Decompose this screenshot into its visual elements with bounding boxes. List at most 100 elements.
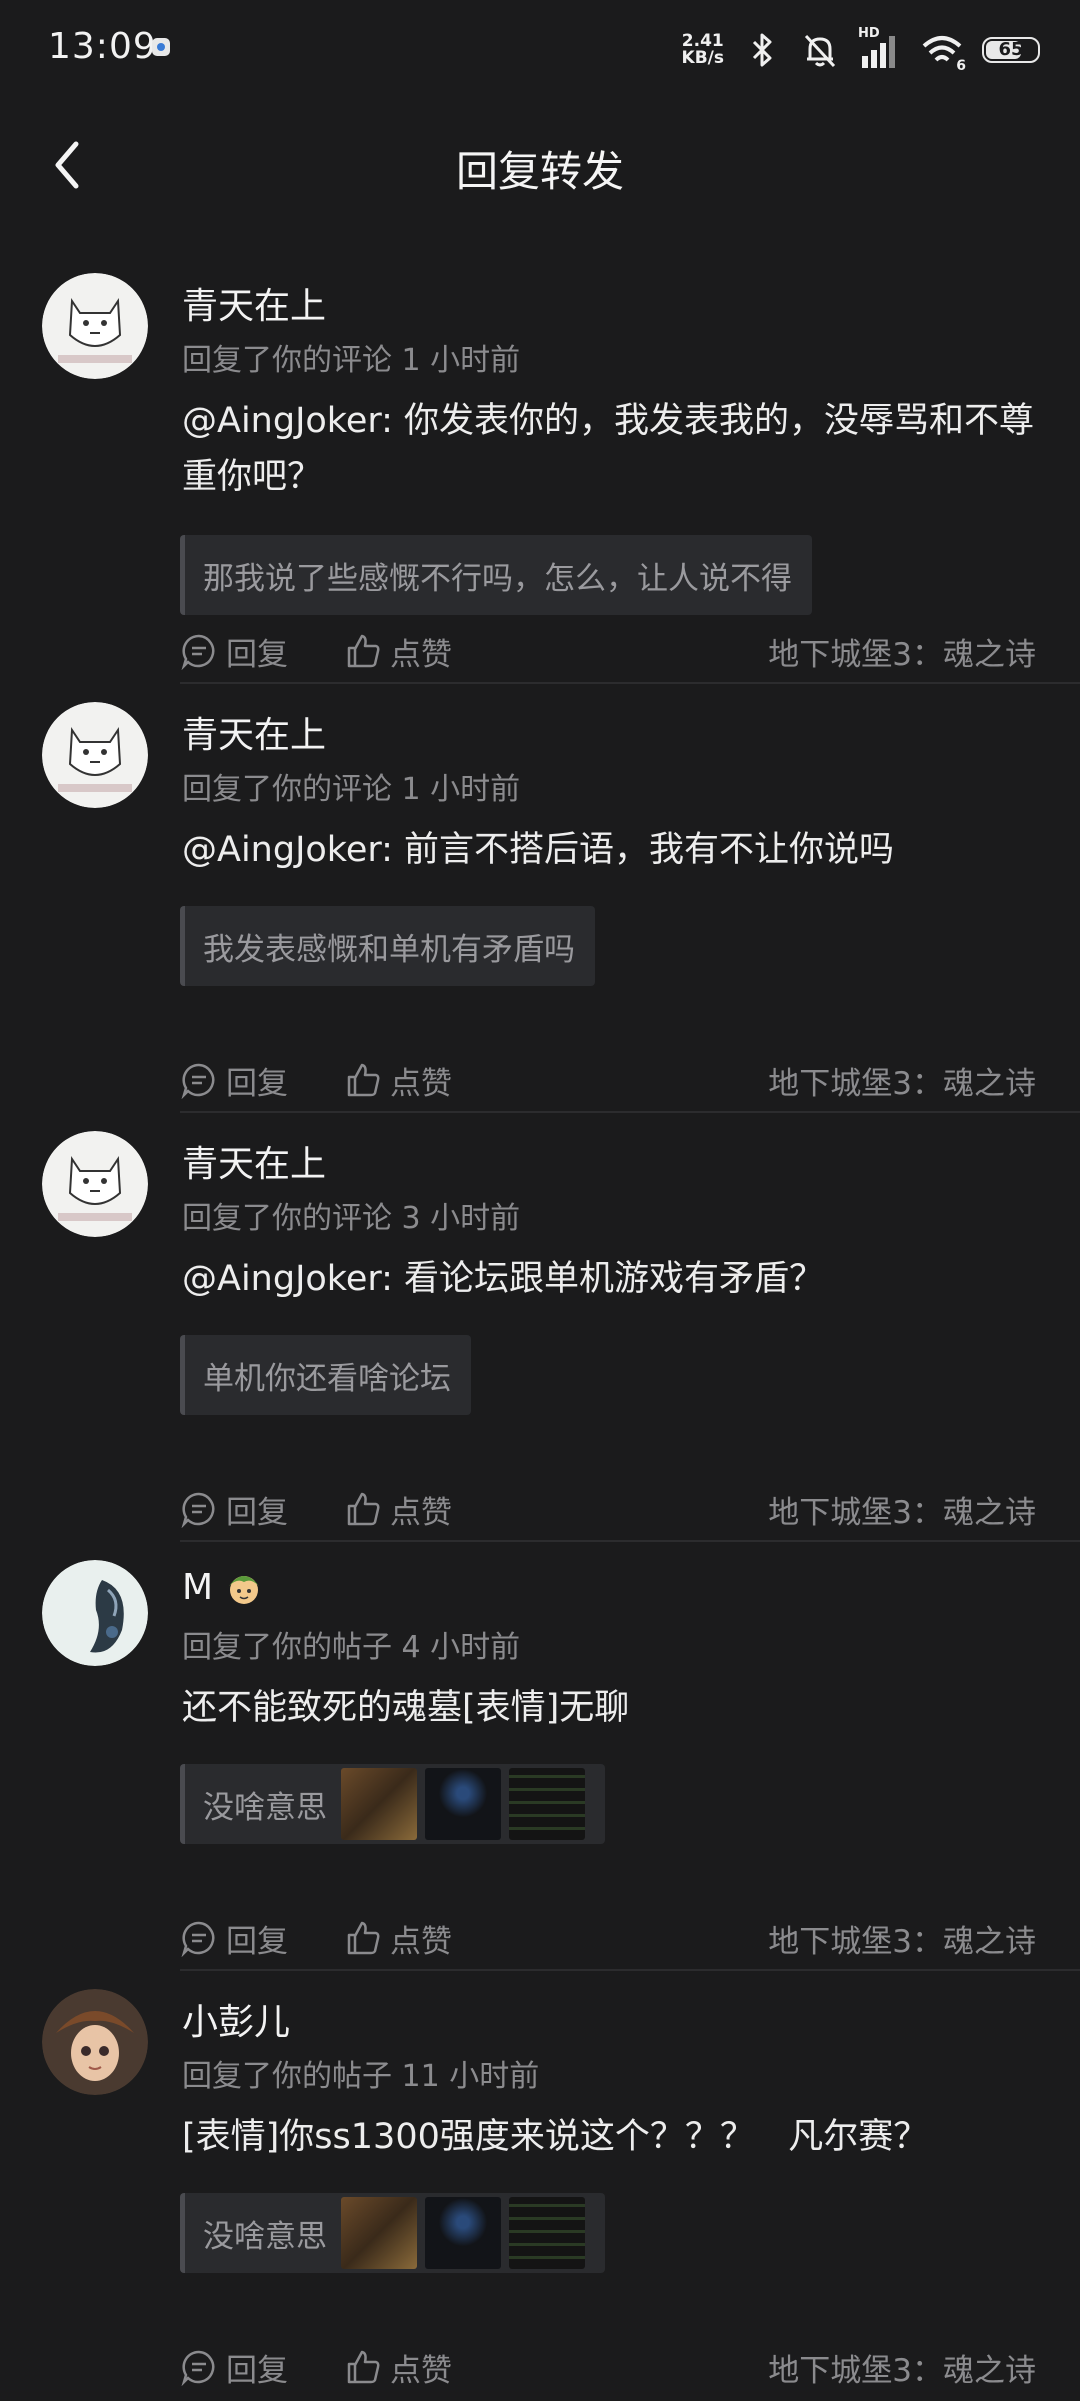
avatar[interactable]: [42, 1560, 148, 1666]
comment-icon: [181, 2350, 215, 2386]
action-bar: 回复 点赞 地下城堡3：魂之诗: [180, 1908, 1036, 1968]
action-bar: 回复 点赞 地下城堡3：魂之诗: [180, 1050, 1036, 1110]
reply-content[interactable]: @AingJoker: 看论坛跟单机游戏有矛盾？: [182, 1251, 1042, 1307]
thumbnail-image[interactable]: [509, 2197, 585, 2269]
reply-item[interactable]: M 回复了你的帖子 4 小时前 还不能致死的魂墓[表情]无聊 没啥意思 回复 点…: [0, 1542, 1080, 1971]
quoted-post[interactable]: 没啥意思: [180, 2193, 605, 2273]
reply-label: 回复: [226, 636, 288, 673]
like-button[interactable]: 点赞: [344, 1058, 452, 1103]
reply-button[interactable]: 回复: [180, 2345, 288, 2390]
reply-label: 回复: [226, 1065, 288, 1102]
quoted-comment[interactable]: 那我说了些感慨不行吗，怎么，让人说不得: [180, 535, 812, 615]
status-icons: 2.41 KB/s HD 6 65: [682, 26, 1040, 74]
like-label: 点赞: [390, 1065, 452, 1102]
reply-feed: 青天在上 回复了你的评论 1 小时前 @AingJoker: 你发表你的，我发表…: [0, 255, 1080, 2400]
like-button[interactable]: 点赞: [344, 1487, 452, 1532]
reply-meta: 回复了你的帖子 11 小时前: [182, 2059, 540, 2094]
emoji-badge-icon: [229, 1576, 260, 1604]
avatar[interactable]: [42, 1131, 148, 1237]
comment-icon: [181, 634, 215, 670]
quoted-text: 单机你还看啥论坛: [203, 1360, 451, 1397]
quoted-comment[interactable]: 我发表感慨和单机有矛盾吗: [180, 906, 595, 986]
quoted-text: 我发表感慨和单机有矛盾吗: [203, 931, 575, 968]
quoted-comment[interactable]: 单机你还看啥论坛: [180, 1335, 471, 1415]
username[interactable]: 青天在上: [182, 706, 326, 758]
page-title: 回复转发: [455, 147, 624, 196]
thumbnail-image[interactable]: [341, 2197, 417, 2269]
username[interactable]: 小彭儿: [182, 1993, 290, 2045]
thumbs-up-icon: [347, 1492, 380, 1526]
avatar[interactable]: [42, 273, 148, 379]
username-text: 青天在上: [182, 286, 327, 327]
thumbnail-image[interactable]: [341, 1768, 417, 1840]
reply-item[interactable]: 青天在上 回复了你的评论 3 小时前 @AingJoker: 看论坛跟单机游戏有…: [0, 1113, 1080, 1542]
notification-app-icon: [152, 38, 170, 56]
username-text: 小彭儿: [182, 2002, 291, 2043]
reply-button[interactable]: 回复: [180, 1487, 288, 1532]
thumbnail-image[interactable]: [509, 1768, 585, 1840]
thumbnail-image[interactable]: [425, 2197, 501, 2269]
action-bar: 回复 点赞 地下城堡3：魂之诗: [180, 1479, 1036, 1539]
quoted-text: 那我说了些感慨不行吗，怎么，让人说不得: [203, 560, 792, 597]
avatar[interactable]: [42, 1989, 148, 2095]
battery-level: 65: [998, 39, 1024, 60]
quoted-images: [341, 2197, 585, 2269]
quoted-post[interactable]: 没啥意思: [180, 1764, 605, 1844]
wifi: 6: [920, 30, 966, 74]
reply-content[interactable]: [表情]你ss1300强度来说这个？？？ 凡尔赛？: [182, 2109, 1042, 2165]
signal-bars-icon: [862, 36, 895, 68]
reply-meta: 回复了你的评论 1 小时前: [182, 343, 521, 378]
like-button[interactable]: 点赞: [344, 629, 452, 674]
reply-button[interactable]: 回复: [180, 1058, 288, 1103]
username[interactable]: 青天在上: [182, 1135, 326, 1187]
thumbs-up-icon: [347, 1921, 380, 1955]
quoted-text: 没啥意思: [203, 2218, 327, 2255]
game-tag[interactable]: 地下城堡3：魂之诗: [768, 1487, 1036, 1532]
game-tag[interactable]: 地下城堡3：魂之诗: [768, 2345, 1036, 2390]
bluetooth-icon: [752, 33, 772, 67]
reply-button[interactable]: 回复: [180, 629, 288, 674]
game-tag[interactable]: 地下城堡3：魂之诗: [768, 1058, 1036, 1103]
reply-button[interactable]: 回复: [180, 1916, 288, 1961]
action-bar: 回复 点赞 地下城堡3：魂之诗: [180, 621, 1036, 681]
comment-icon: [181, 1492, 215, 1528]
quoted-text: 没啥意思: [203, 1789, 327, 1826]
username-text: 青天在上: [182, 715, 327, 756]
username-text: M: [182, 1566, 214, 1608]
reply-meta: 回复了你的评论 1 小时前: [182, 772, 521, 807]
status-bar: 13:09 2.41 KB/s HD 6 65: [0, 0, 1080, 100]
game-tag[interactable]: 地下城堡3：魂之诗: [768, 629, 1036, 674]
comment-icon: [181, 1063, 215, 1099]
reply-content[interactable]: 还不能致死的魂墓[表情]无聊: [182, 1680, 1042, 1736]
avatar[interactable]: [42, 702, 148, 808]
reply-meta: 回复了你的帖子 4 小时前: [182, 1630, 521, 1665]
reply-label: 回复: [226, 2352, 288, 2389]
comment-icon: [181, 1921, 215, 1957]
reply-item[interactable]: 青天在上 回复了你的评论 1 小时前 @AingJoker: 你发表你的，我发表…: [0, 255, 1080, 684]
like-label: 点赞: [390, 1494, 452, 1531]
thumbnail-image[interactable]: [425, 1768, 501, 1840]
thumbs-up-icon: [347, 634, 380, 668]
quoted-images: [341, 1768, 585, 1840]
reply-content[interactable]: @AingJoker: 前言不搭后语，我有不让你说吗: [182, 822, 1042, 878]
thumbs-up-icon: [347, 1063, 380, 1097]
reply-item[interactable]: 小彭儿 回复了你的帖子 11 小时前 [表情]你ss1300强度来说这个？？？ …: [0, 1971, 1080, 2400]
reply-content[interactable]: @AingJoker: 你发表你的，我发表我的，没辱骂和不尊重你吧？: [182, 393, 1042, 505]
net-speed-unit: KB/s: [681, 48, 724, 68]
username[interactable]: 青天在上: [182, 277, 326, 329]
cell-signal: HD: [858, 26, 902, 70]
like-button[interactable]: 点赞: [344, 2345, 452, 2390]
action-bar: 回复 点赞 地下城堡3：魂之诗: [180, 2337, 1036, 2397]
game-tag[interactable]: 地下城堡3：魂之诗: [768, 1916, 1036, 1961]
thumbs-up-icon: [347, 2350, 380, 2384]
battery-icon: 65: [982, 37, 1040, 63]
reply-label: 回复: [226, 1494, 288, 1531]
nav-bar: 回复转发: [0, 100, 1080, 230]
wifi-label: 6: [956, 58, 966, 74]
net-speed: 2.41 KB/s: [682, 33, 724, 67]
reply-item[interactable]: 青天在上 回复了你的评论 1 小时前 @AingJoker: 前言不搭后语，我有…: [0, 684, 1080, 1113]
like-label: 点赞: [390, 2352, 452, 2389]
like-button[interactable]: 点赞: [344, 1916, 452, 1961]
username[interactable]: M: [182, 1564, 267, 1610]
reply-meta: 回复了你的评论 3 小时前: [182, 1201, 521, 1236]
